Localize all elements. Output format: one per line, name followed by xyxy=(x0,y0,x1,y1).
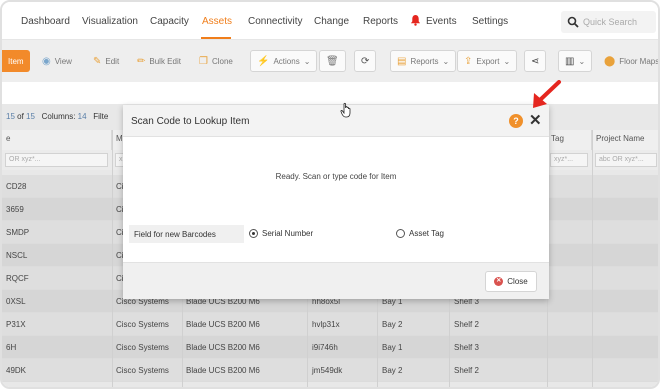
actions-dropdown[interactable]: ⚡ Actions ⌄ xyxy=(250,50,318,72)
dialog-footer: ✕ Close xyxy=(123,262,549,299)
nav-capacity[interactable]: Capacity xyxy=(150,16,189,27)
table-row[interactable]: 49DK Cisco Systems Blade UCS B200 M6 jm5… xyxy=(2,359,658,382)
column-header-tag[interactable]: Tag xyxy=(547,130,592,150)
eye-icon: ◉ xyxy=(42,55,51,67)
search-placeholder: Quick Search xyxy=(583,17,638,27)
scan-status-text: Ready. Scan or type code for Item xyxy=(275,172,397,181)
export-icon: ⇪ xyxy=(464,55,473,67)
radio-unselected-icon xyxy=(396,229,405,238)
close-button[interactable]: ✕ Close xyxy=(485,271,537,292)
clone-icon: ❐ xyxy=(199,55,208,67)
toolbar: Item ◉ View ✎ Edit ✏ Bulk Edit ❐ Clone ⚡ Acti… xyxy=(2,40,658,82)
nav-dashboard[interactable]: Dashboard xyxy=(21,16,70,27)
clone-button[interactable]: ❐ Clone xyxy=(199,50,233,72)
chevron-down-icon: ⌄ xyxy=(303,56,311,66)
column-header-project-name[interactable]: Project Name xyxy=(592,130,658,150)
columns-icon: ▥ xyxy=(565,55,575,67)
reports-dropdown[interactable]: ▤ Reports ⌄ xyxy=(390,50,457,72)
active-tab-indicator xyxy=(201,37,231,39)
nav-reports[interactable]: Reports xyxy=(363,16,398,27)
table-row[interactable]: P31X Cisco Systems Blade UCS B200 M6 hvl… xyxy=(2,313,658,336)
map-pin-icon: ⬤ xyxy=(604,55,616,67)
export-dropdown[interactable]: ⇪ Export ⌄ xyxy=(457,50,518,72)
filter-input-tag[interactable]: xyz*... xyxy=(550,153,588,167)
columns-dropdown[interactable]: ▥ ⌄ xyxy=(558,50,593,72)
quick-search-input[interactable]: Quick Search xyxy=(561,11,656,33)
nav-connectivity[interactable]: Connectivity xyxy=(248,16,302,27)
help-icon[interactable]: ? xyxy=(509,114,523,128)
edit-icon: ✎ xyxy=(93,55,102,67)
close-icon[interactable]: ✕ xyxy=(529,111,542,129)
pencil-icon: ✏ xyxy=(137,55,146,67)
radio-selected-icon xyxy=(249,229,258,238)
close-circle-icon: ✕ xyxy=(494,277,504,286)
record-count: 15 of 15 Columns: 14 Filte xyxy=(6,112,109,121)
search-icon xyxy=(567,16,579,28)
refresh-icon: ⟳ xyxy=(361,55,370,67)
lightning-icon: ⚡ xyxy=(257,55,270,67)
dialog-title: Scan Code to Lookup Item xyxy=(131,116,250,127)
hand-cursor-icon xyxy=(340,102,351,118)
nav-assets[interactable]: Assets xyxy=(202,16,232,27)
serial-number-radio[interactable]: Serial Number xyxy=(249,229,313,238)
filter-input-project[interactable]: abc OR xyz*... xyxy=(595,153,657,167)
asset-tag-radio[interactable]: Asset Tag xyxy=(396,229,444,238)
table-row[interactable]: 6H Cisco Systems Blade UCS B200 M6 i9i74… xyxy=(2,336,658,359)
floor-maps-button[interactable]: ⬤ Floor Maps xyxy=(604,50,658,72)
filter-input-name[interactable]: OR xyz*... xyxy=(5,153,108,167)
nav-settings[interactable]: Settings xyxy=(472,16,508,27)
app-window: Dashboard Visualization Capacity Assets … xyxy=(0,0,660,389)
top-nav: Dashboard Visualization Capacity Assets … xyxy=(2,2,658,40)
bell-icon xyxy=(410,14,421,26)
chevron-down-icon: ⌄ xyxy=(503,56,511,66)
nav-change[interactable]: Change xyxy=(314,16,349,27)
item-button[interactable]: Item xyxy=(2,50,30,72)
edit-button[interactable]: ✎ Edit xyxy=(93,50,119,72)
bulk-edit-button[interactable]: ✏ Bulk Edit xyxy=(137,50,181,72)
scan-code-dialog: Scan Code to Lookup Item ? ✕ Ready. Scan… xyxy=(123,105,549,299)
view-button[interactable]: ◉ View xyxy=(42,50,72,72)
chevron-down-icon: ⌄ xyxy=(578,56,586,66)
refresh-button[interactable]: ⟳ xyxy=(354,50,377,72)
share-icon: ⋖ xyxy=(531,55,540,67)
report-icon: ▤ xyxy=(397,55,407,67)
trash-icon: 🗑 xyxy=(326,55,339,67)
dialog-header: Scan Code to Lookup Item ? ✕ xyxy=(123,105,549,137)
annotation-arrow-icon xyxy=(533,80,561,108)
column-divider xyxy=(592,130,593,387)
nav-events[interactable]: Events xyxy=(426,16,457,27)
nav-visualization[interactable]: Visualization xyxy=(82,16,138,27)
barcode-field-label: Field for new Barcodes xyxy=(129,225,244,243)
column-divider xyxy=(112,130,113,387)
delete-button[interactable]: 🗑 xyxy=(319,50,346,72)
chevron-down-icon: ⌄ xyxy=(442,56,450,66)
column-header-name[interactable]: e xyxy=(2,130,112,150)
share-button[interactable]: ⋖ xyxy=(524,50,547,72)
